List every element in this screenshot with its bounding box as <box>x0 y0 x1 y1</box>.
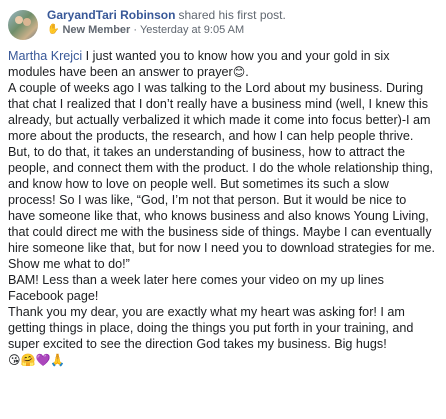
author-avatar[interactable] <box>8 10 38 40</box>
new-member-badge: New Member <box>62 24 131 36</box>
smiling-emoji: 😊 <box>232 65 246 79</box>
closing-emojis: 😘🤗💜🙏 <box>8 353 66 367</box>
author-name-link[interactable]: GaryandTari Robinson <box>47 8 175 22</box>
post-header: GaryandTari Robinson shared his first pos… <box>8 8 436 42</box>
post-meta: GaryandTari Robinson shared his first pos… <box>47 8 286 37</box>
post-timestamp-link[interactable]: Yesterday at 9:05 AM <box>140 23 244 37</box>
post-subtitle-line: ✋ New Member · Yesterday at 9:05 AM <box>47 23 286 37</box>
post-card: GaryandTari Robinson shared his first pos… <box>0 0 446 419</box>
mention-link[interactable]: Martha Krejci <box>8 49 82 63</box>
separator-dot: · <box>133 24 137 36</box>
post-body: Martha Krejci I just wanted you to know … <box>8 48 436 368</box>
post-action-text: shared his first post. <box>178 8 286 22</box>
post-text-part-2: . A couple of weeks ago I was talking to… <box>8 65 436 351</box>
wave-hand-icon: ✋ <box>47 24 60 35</box>
post-title-line: GaryandTari Robinson shared his first pos… <box>47 8 286 22</box>
